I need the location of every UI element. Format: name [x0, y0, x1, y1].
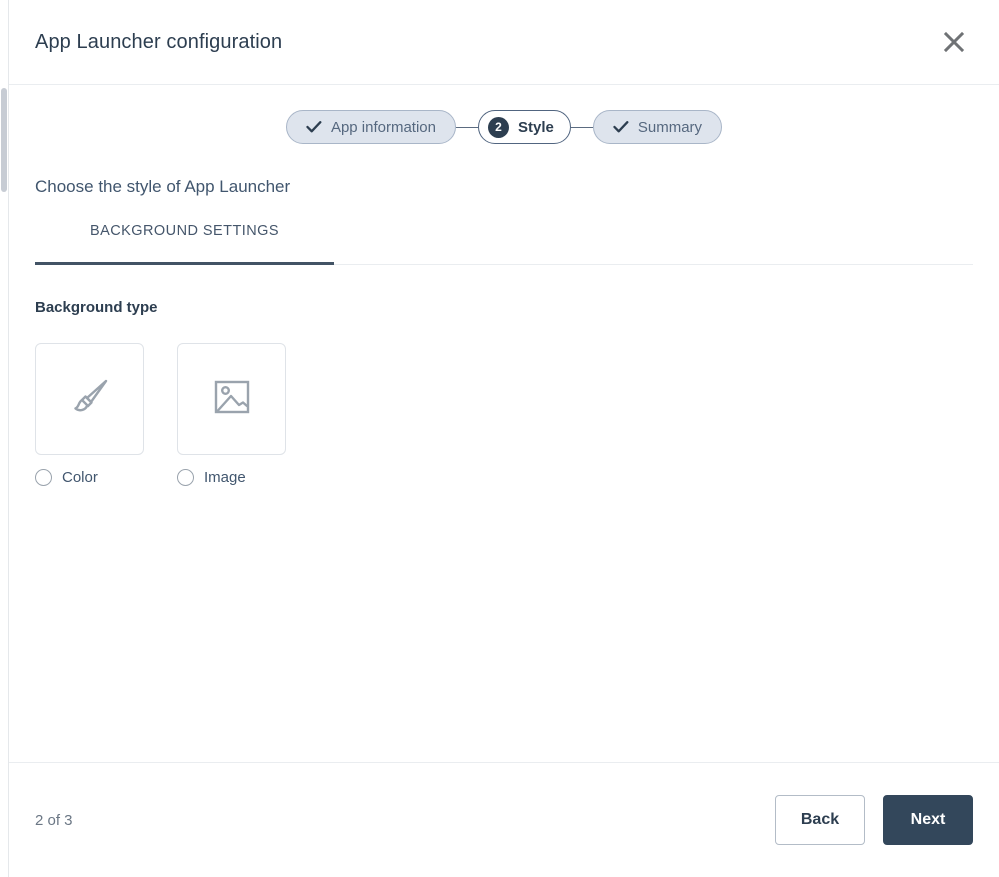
tab-bar: BACKGROUND SETTINGS [9, 219, 999, 265]
stepper-step-style[interactable]: 2 Style [478, 110, 571, 144]
image-option-card[interactable] [177, 343, 286, 455]
check-icon [613, 120, 629, 134]
color-option-label: Color [62, 469, 98, 486]
radio-image[interactable] [177, 469, 194, 486]
next-button[interactable]: Next [883, 795, 973, 845]
image-icon [210, 375, 254, 424]
close-icon[interactable] [937, 25, 971, 59]
stepper-step-summary[interactable]: Summary [592, 110, 723, 144]
image-option-label: Image [204, 469, 246, 486]
page-title: App Launcher configuration [35, 30, 283, 53]
stepper-step-label: Style [518, 118, 554, 136]
page-scrollbar[interactable] [0, 0, 8, 877]
stepper-step-app-information[interactable]: App information [285, 110, 456, 144]
stepper-step-label: Summary [637, 118, 703, 136]
wizard-stepper: App information 2 Style Summary [9, 110, 999, 144]
color-option-card[interactable] [35, 343, 144, 455]
tab-background-settings[interactable]: BACKGROUND SETTINGS [35, 219, 334, 265]
page-scrollbar-thumb[interactable] [1, 88, 7, 192]
stepper-step-label: App information [330, 118, 436, 136]
background-type-label: Background type [35, 299, 158, 316]
color-option-radio-row[interactable]: Color [35, 469, 144, 486]
image-option-radio-row[interactable]: Image [177, 469, 286, 486]
footer-actions: Back Next [775, 795, 973, 845]
step-number-badge: 2 [488, 116, 509, 138]
radio-color[interactable] [35, 469, 52, 486]
background-type-option-color: Color [35, 343, 144, 486]
check-icon [306, 120, 322, 134]
background-type-option-image: Image [177, 343, 286, 486]
paintbrush-icon [65, 372, 115, 427]
stepper-connector [456, 126, 478, 128]
dialog-footer: 2 of 3 Back Next [9, 762, 999, 877]
dialog-header: App Launcher configuration [9, 0, 999, 85]
background-type-options: Color Image [35, 343, 999, 486]
page-count: 2 of 3 [35, 811, 73, 829]
stepper-connector [570, 126, 593, 128]
section-heading: Choose the style of App Launcher [35, 177, 291, 196]
app-launcher-configuration-dialog: App Launcher configuration App informati… [8, 0, 999, 877]
dialog-body: App information 2 Style Summary Choose t… [9, 85, 999, 762]
back-button[interactable]: Back [775, 795, 865, 845]
